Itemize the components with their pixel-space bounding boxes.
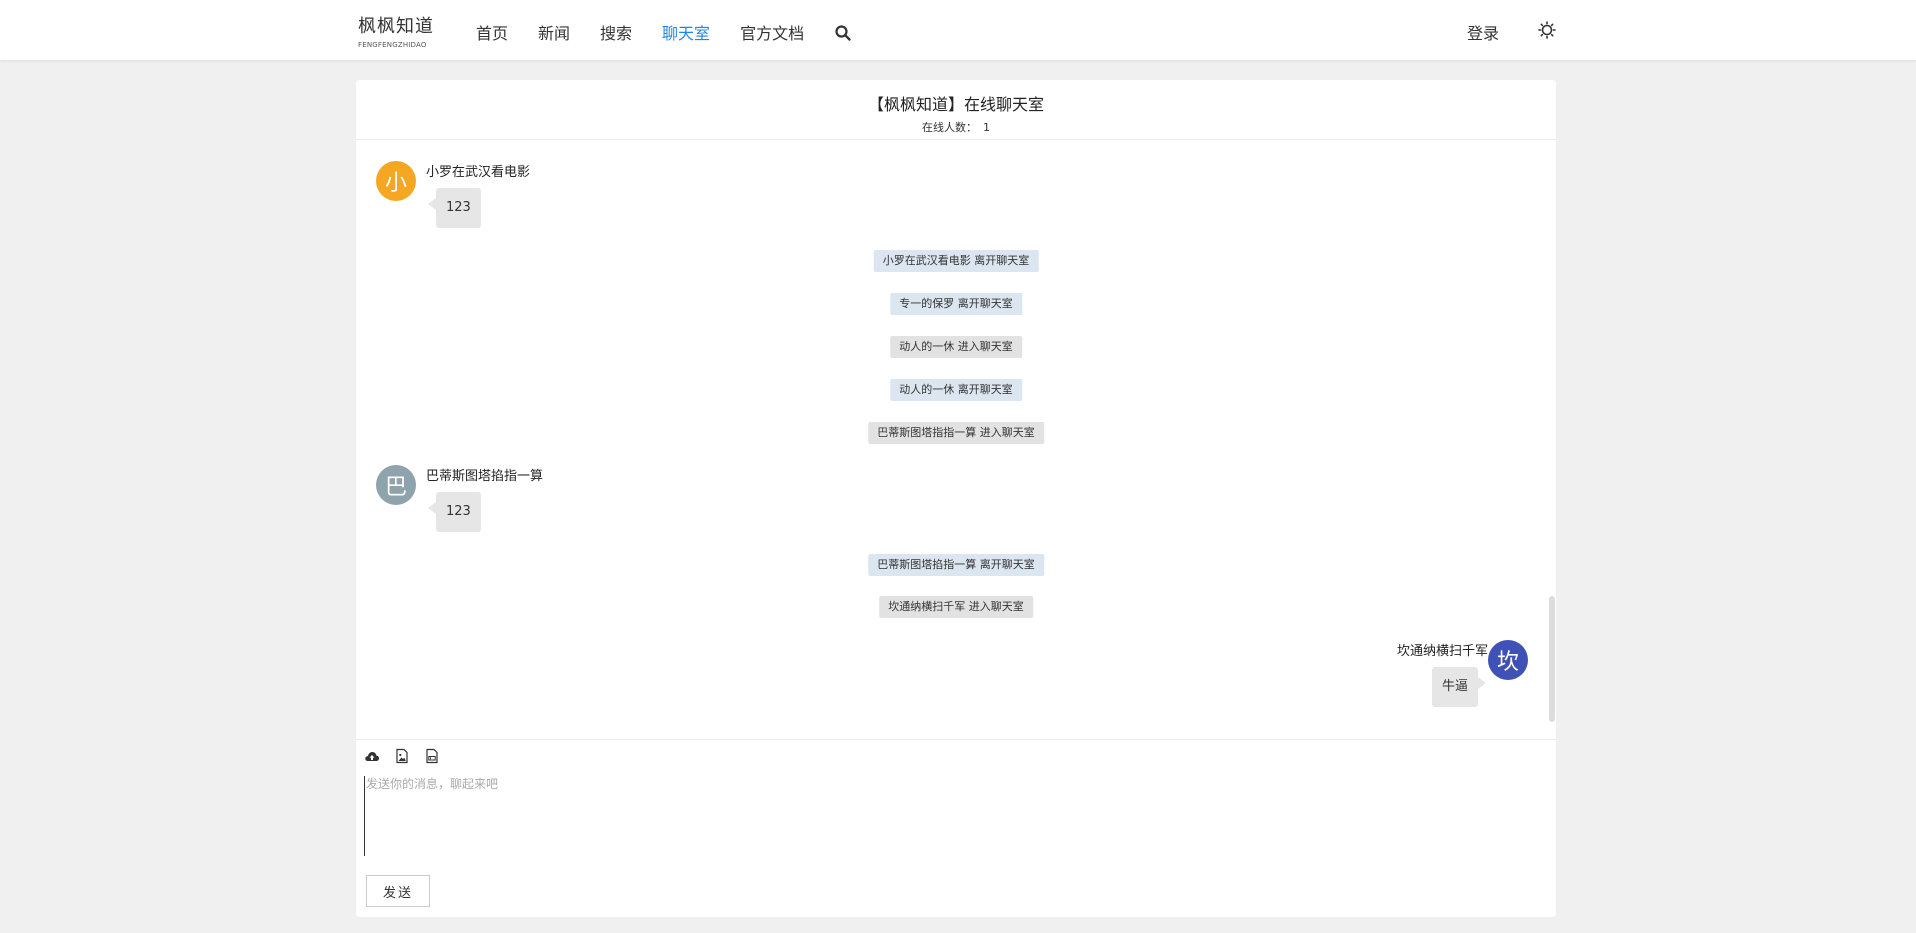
login-link[interactable]: 登录 [1467, 20, 1499, 44]
avatar-char: 巴 [384, 475, 407, 500]
chat-header: 【枫枫知道】在线聊天室 在线人数： 1 [356, 80, 1556, 140]
scroll-thumb[interactable] [1549, 596, 1555, 722]
main-nav: 首页 新闻 搜索 聊天室 官方文档 [476, 20, 852, 44]
system-notice: 动人的一休 离开聊天室 [890, 379, 1022, 401]
scrollbar[interactable] [1548, 141, 1556, 739]
avatar-char: 坎 [1496, 650, 1519, 675]
online-count: 在线人数： 1 [356, 119, 1556, 135]
system-notice: 动人的一休 进入聊天室 [890, 336, 1022, 358]
system-notice: 巴蒂斯图塔掐指一算 离开聊天室 [868, 554, 1044, 576]
nav-docs[interactable]: 官方文档 [740, 20, 804, 44]
sender-name: 坎通纳横扫千军 [1396, 644, 1488, 659]
system-notice: 巴蒂斯图塔指指一算 进入聊天室 [868, 422, 1044, 444]
chat-title: 【枫枫知道】在线聊天室 [867, 95, 1044, 114]
avatar[interactable]: 巴 [376, 465, 416, 505]
message-bubble: 123 [428, 492, 481, 532]
logo[interactable]: 枫枫知道 FENGFENGZHIDAO [358, 12, 434, 49]
chat-message: 坎 坎通纳横扫千军 牛逼 [1228, 640, 1528, 710]
theme-toggle-icon[interactable] [1538, 21, 1556, 39]
composer-toolbar [364, 748, 454, 764]
composer: 发送 [356, 739, 1556, 917]
nav-home[interactable]: 首页 [476, 20, 508, 44]
file-icon[interactable] [424, 748, 440, 764]
chat-panel: 【枫枫知道】在线聊天室 在线人数： 1 小 小罗在武汉看电影 123 小罗在武汉看… [356, 80, 1556, 917]
message-list[interactable]: 小 小罗在武汉看电影 123 小罗在武汉看电影 离开聊天室 专一的保罗 离开聊天… [356, 141, 1556, 739]
message-bubble: 123 [428, 188, 481, 228]
avatar[interactable]: 坎 [1488, 640, 1528, 680]
logo-subtitle: FENGFENGZHIDAO [358, 41, 427, 49]
online-number: 1 [983, 121, 990, 134]
online-label: 在线人数： [922, 121, 977, 134]
upload-cloud-icon[interactable] [364, 748, 380, 764]
sender-name: 巴蒂斯图塔掐指一算 [426, 469, 544, 484]
avatar[interactable]: 小 [376, 161, 416, 201]
message-bubble: 牛逼 [1431, 667, 1487, 707]
system-notice: 专一的保罗 离开聊天室 [890, 293, 1022, 315]
search-icon[interactable] [834, 24, 852, 42]
sender-name: 小罗在武汉看电影 [426, 165, 531, 180]
nav-chatroom[interactable]: 聊天室 [662, 20, 710, 44]
avatar-char: 小 [384, 171, 407, 196]
system-notice: 小罗在武汉看电影 离开聊天室 [873, 250, 1039, 272]
message-input[interactable] [364, 776, 1544, 856]
system-notice: 坎通纳横扫千军 进入聊天室 [879, 596, 1033, 618]
top-header: 枫枫知道 FENGFENGZHIDAO 首页 新闻 搜索 聊天室 官方文档 登录 [0, 0, 1916, 60]
logo-title: 枫枫知道 [358, 16, 434, 37]
send-button[interactable]: 发送 [366, 875, 430, 907]
image-icon[interactable] [394, 748, 410, 764]
nav-search[interactable]: 搜索 [600, 20, 632, 44]
nav-news[interactable]: 新闻 [538, 20, 570, 44]
